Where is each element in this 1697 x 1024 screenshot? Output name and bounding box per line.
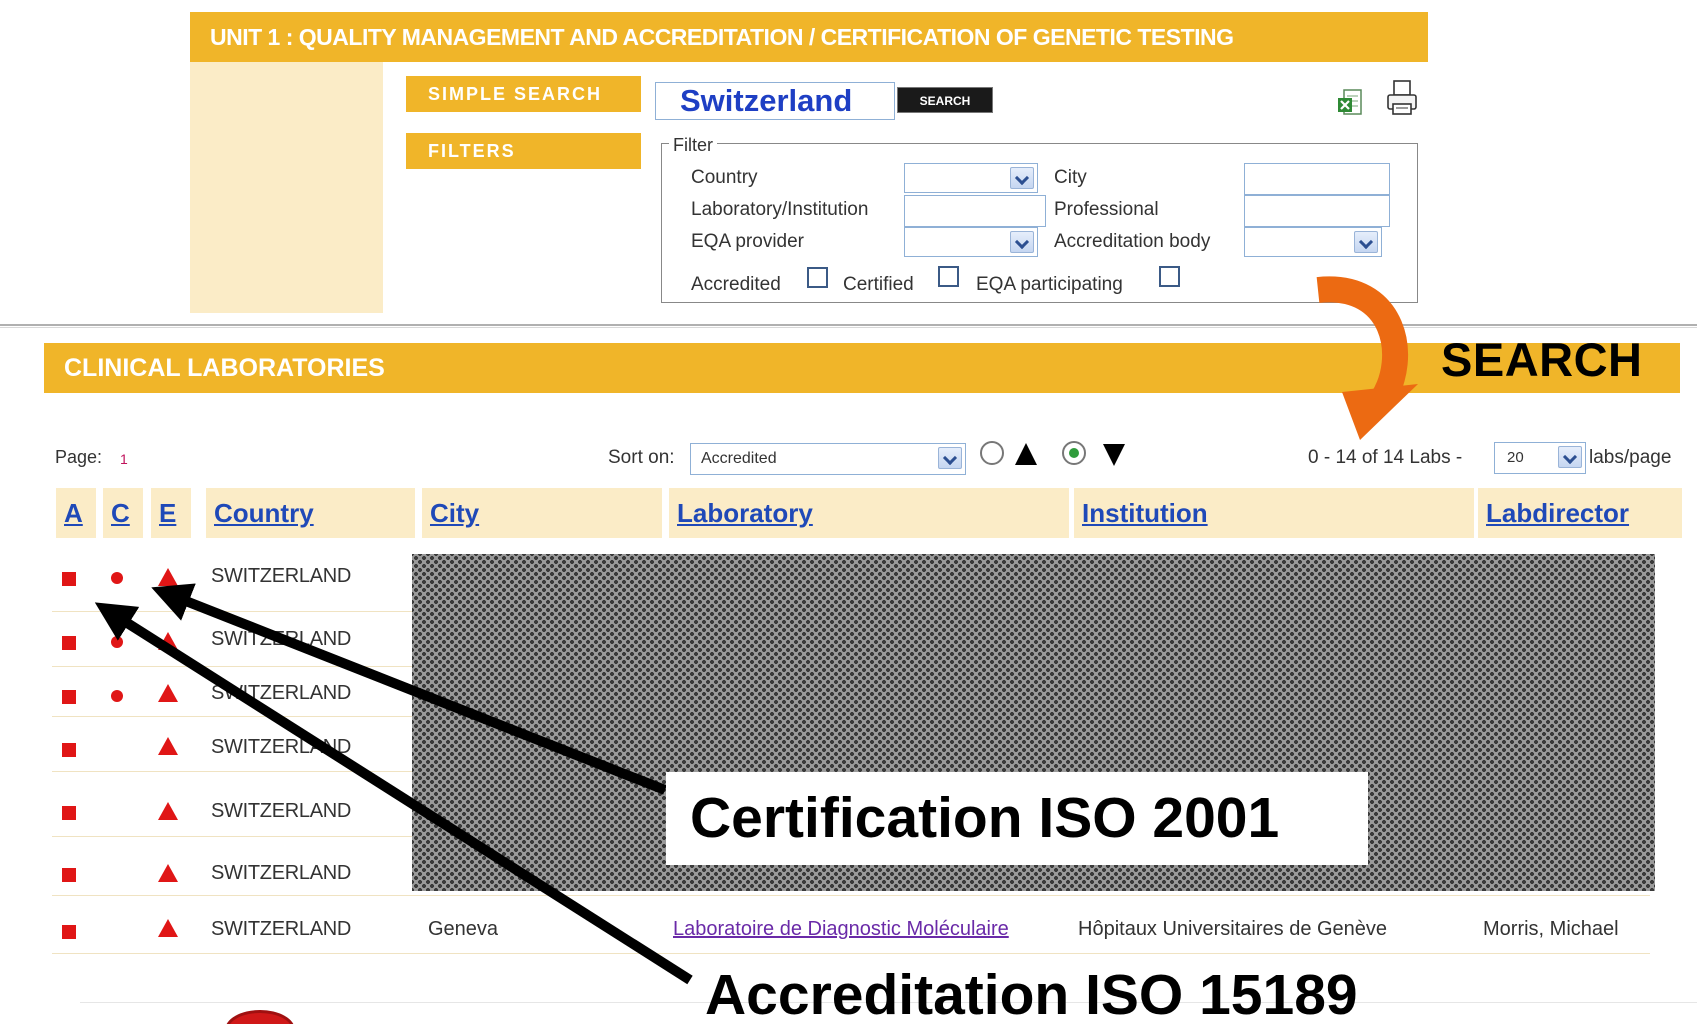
eqa-provider-label: EQA provider <box>691 231 804 252</box>
filters-tab[interactable]: FILTERS <box>406 133 641 169</box>
page-label: Page: <box>55 447 103 467</box>
certified-marker <box>111 572 123 584</box>
chevron-down-icon <box>1010 231 1034 253</box>
left-panel <box>190 62 383 313</box>
laboratory-institution-label: Laboratory/Institution <box>691 199 869 220</box>
eqa-participating-checkbox[interactable] <box>1159 266 1180 287</box>
certified-marker <box>111 690 123 702</box>
eqa-marker <box>158 802 178 820</box>
country-label: Country <box>691 167 758 188</box>
column-header-country[interactable]: Country <box>206 488 415 538</box>
red-circle-icon <box>225 1010 295 1024</box>
professional-label: Professional <box>1054 199 1159 220</box>
eqa-provider-select[interactable] <box>904 227 1038 257</box>
sort-select-value: Accredited <box>701 450 777 467</box>
sort-label: Sort on: <box>608 447 675 468</box>
column-header-certified[interactable]: C <box>103 488 143 538</box>
eqa-marker <box>158 632 178 650</box>
accreditation-body-select[interactable] <box>1244 227 1382 257</box>
accredited-label: Accredited <box>691 274 781 295</box>
country-select[interactable] <box>904 163 1038 193</box>
column-header-labdirector[interactable]: Labdirector <box>1478 488 1682 538</box>
page-number-link[interactable]: 1 <box>120 451 128 467</box>
sort-ascending-radio[interactable] <box>980 441 1004 465</box>
search-input[interactable]: Switzerland <box>655 82 895 120</box>
row-country: SWITZERLAND <box>211 565 352 587</box>
column-header-laboratory[interactable]: Laboratory <box>669 488 1069 538</box>
accredited-marker <box>62 572 76 586</box>
column-header-accredited[interactable]: A <box>56 488 96 538</box>
print-icon[interactable] <box>1386 78 1418 118</box>
accreditation-body-label: Accreditation body <box>1054 231 1211 252</box>
chevron-down-icon <box>1010 167 1034 189</box>
laboratory-institution-input[interactable] <box>904 195 1046 227</box>
accredited-marker <box>62 868 76 882</box>
simple-search-tab[interactable]: SIMPLE SEARCH <box>406 76 641 112</box>
accredited-marker <box>62 743 76 757</box>
curved-arrow-icon <box>1316 276 1418 440</box>
sort-descending-radio[interactable] <box>1062 441 1086 465</box>
chevron-down-icon <box>1354 231 1378 253</box>
search-annotation: SEARCH <box>1441 333 1643 386</box>
row-divider <box>52 895 1650 896</box>
row-divider <box>52 953 1650 954</box>
row-labdirector: Morris, Michael <box>1483 918 1619 940</box>
search-button[interactable]: SEARCH <box>897 87 993 113</box>
row-city: Geneva <box>428 918 499 940</box>
row-country: SWITZERLAND <box>211 800 352 822</box>
per-page-select[interactable]: 20 <box>1494 442 1586 474</box>
certified-label: Certified <box>843 274 914 295</box>
arrow-up-icon <box>1015 443 1037 465</box>
eqa-marker <box>158 684 178 702</box>
column-header-institution[interactable]: Institution <box>1074 488 1474 538</box>
eqa-participating-label: EQA participating <box>976 274 1123 295</box>
chevron-down-icon <box>1558 446 1582 468</box>
eqa-marker <box>158 737 178 755</box>
accredited-marker <box>62 636 76 650</box>
excel-icon[interactable] <box>1337 88 1363 118</box>
city-input[interactable] <box>1244 163 1390 195</box>
unit-title-bar: UNIT 1 : QUALITY MANAGEMENT AND ACCREDIT… <box>190 12 1428 62</box>
per-page-label: labs/page <box>1589 447 1672 468</box>
professional-input[interactable] <box>1244 195 1390 227</box>
city-label: City <box>1054 167 1087 188</box>
accredited-marker <box>62 690 76 704</box>
certified-checkbox[interactable] <box>938 266 959 287</box>
column-header-eqa[interactable]: E <box>151 488 191 538</box>
chevron-down-icon <box>938 447 962 469</box>
row-country: SWITZERLAND <box>211 736 352 758</box>
row-country: SWITZERLAND <box>211 628 352 650</box>
certification-annotation: Certification ISO 2001 <box>666 772 1368 865</box>
row-country: SWITZERLAND <box>211 682 352 704</box>
accredited-checkbox[interactable] <box>807 267 828 288</box>
eqa-marker <box>158 864 178 882</box>
accreditation-annotation: Accreditation ISO 15189 <box>705 963 1358 1024</box>
eqa-marker <box>158 919 178 937</box>
certified-marker <box>111 636 123 648</box>
row-laboratory-link[interactable]: Laboratoire de Diagnostic Moléculaire <box>673 918 1009 941</box>
row-country: SWITZERLAND <box>211 918 352 940</box>
eqa-marker <box>158 568 178 586</box>
column-header-city[interactable]: City <box>422 488 662 538</box>
results-count: 0 - 14 of 14 Labs - <box>1308 447 1463 468</box>
per-page-value: 20 <box>1507 449 1524 466</box>
filter-legend: Filter <box>669 135 717 156</box>
accredited-marker <box>62 925 76 939</box>
accredited-marker <box>62 806 76 820</box>
row-institution: Hôpitaux Universitaires de Genève <box>1078 918 1388 940</box>
row-country: SWITZERLAND <box>211 862 352 884</box>
sort-select[interactable]: Accredited <box>690 443 966 475</box>
arrow-down-icon <box>1103 444 1125 466</box>
